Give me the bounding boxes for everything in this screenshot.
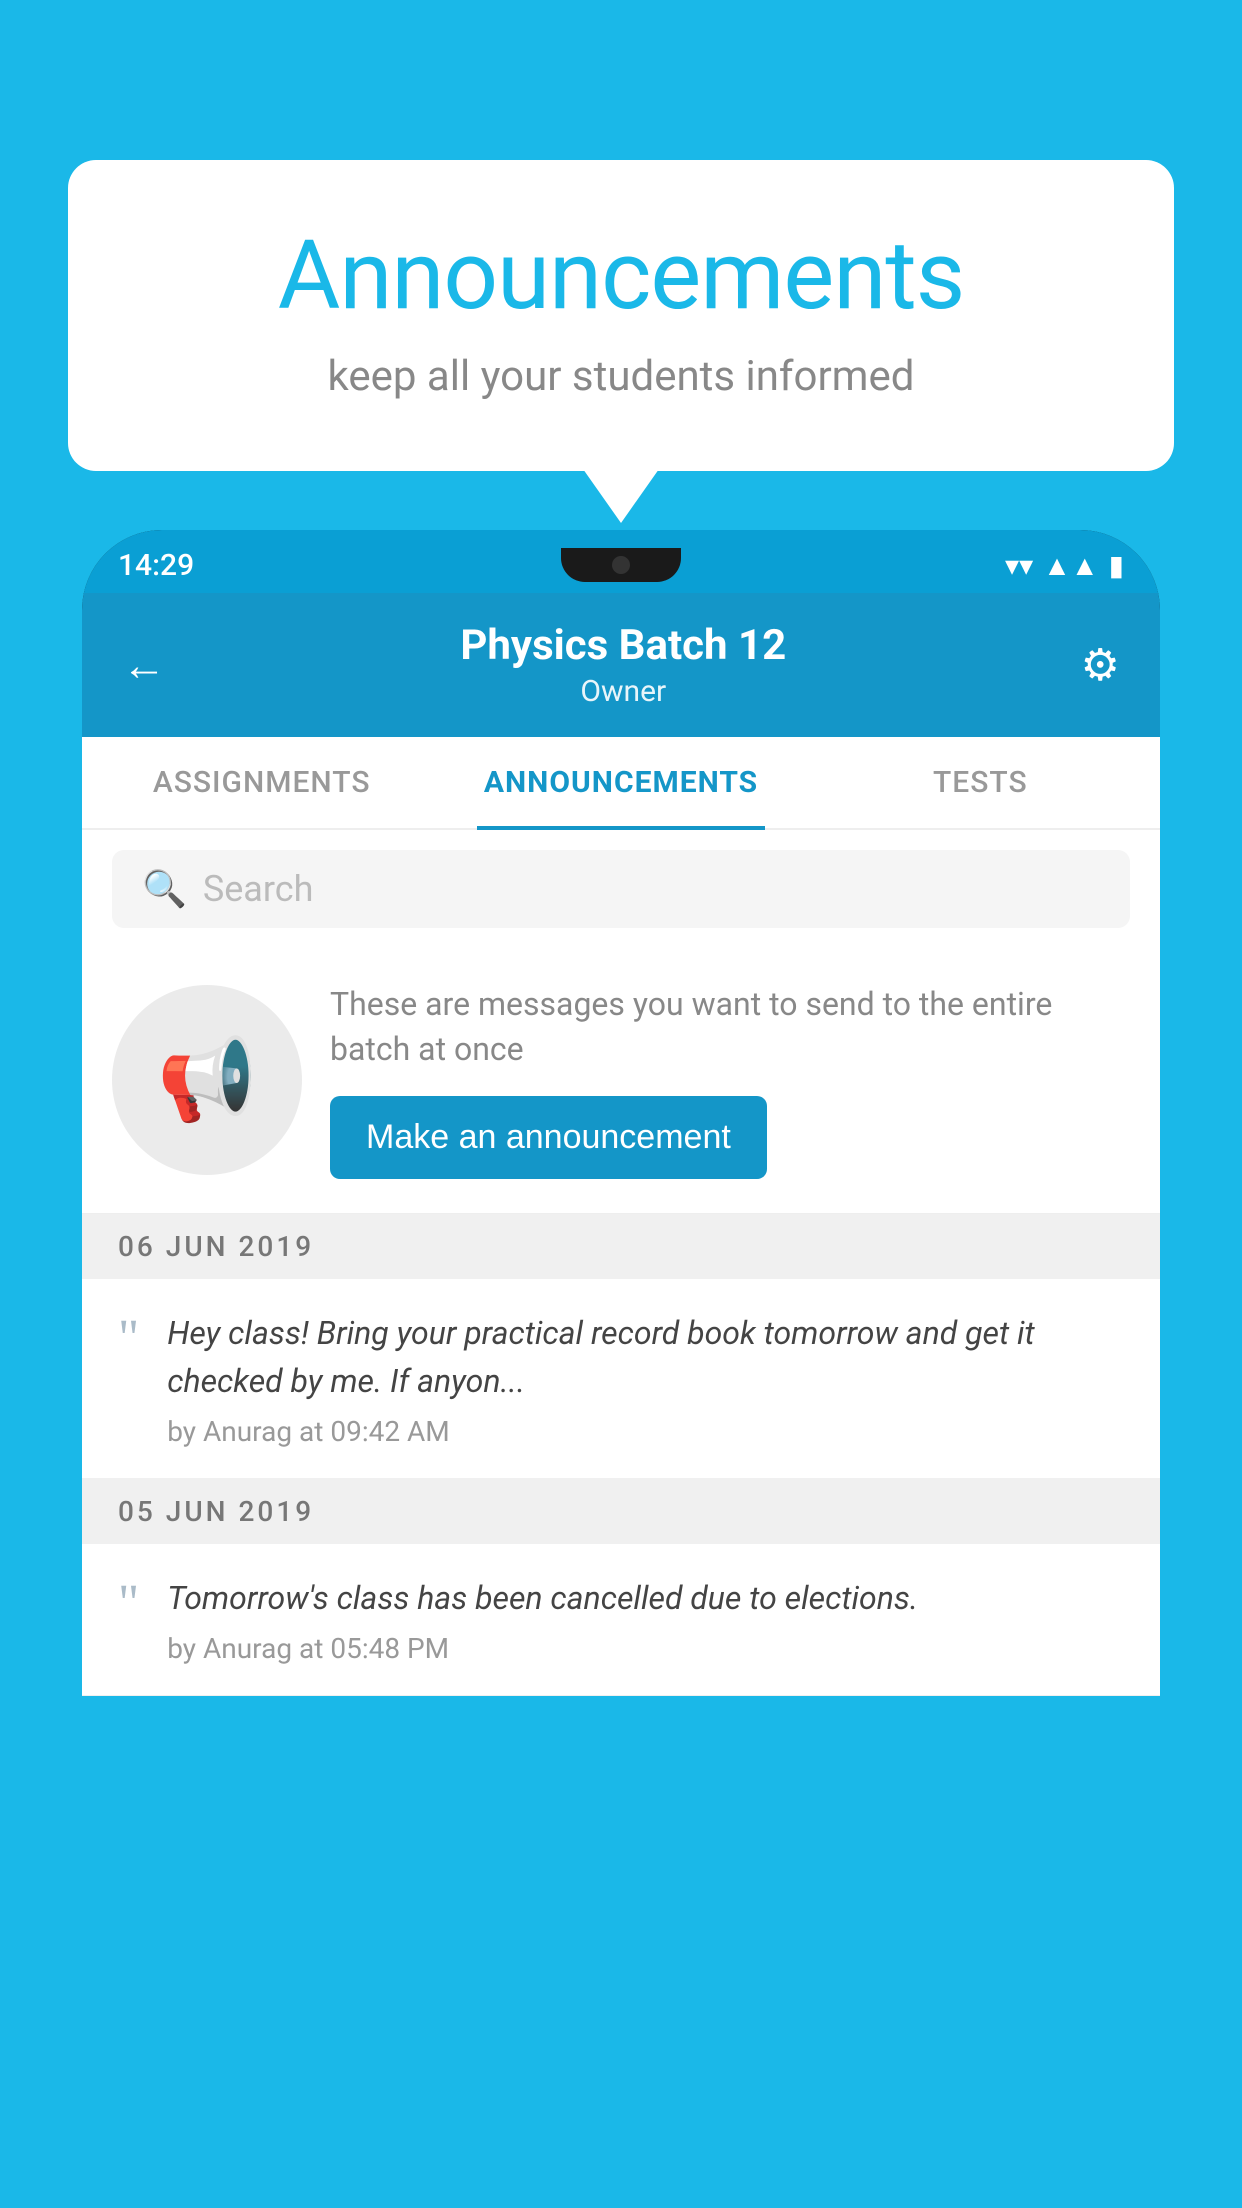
quote-icon-1: " [118, 1313, 139, 1365]
signal-icon: ▲▲ [1043, 549, 1098, 582]
announcement-meta-1: by Anurag at 09:42 AM [167, 1415, 1124, 1448]
tab-tests[interactable]: TESTS [801, 737, 1160, 828]
batch-title: Physics Batch 12 [460, 621, 786, 670]
announcement-content-2: Tomorrow's class has been cancelled due … [167, 1574, 1124, 1665]
date-label-1: 06 JUN 2019 [118, 1230, 314, 1263]
bubble-subtitle: keep all your students informed [148, 352, 1094, 401]
promo-icon-circle: 📢 [112, 985, 302, 1175]
announcement-meta-2: by Anurag at 05:48 PM [167, 1632, 1124, 1665]
announcement-item-2[interactable]: " Tomorrow's class has been cancelled du… [82, 1544, 1160, 1696]
promo-description: These are messages you want to send to t… [330, 982, 1130, 1072]
gear-icon[interactable]: ⚙ [1081, 639, 1120, 691]
search-container: 🔍 Search [82, 830, 1160, 948]
back-button[interactable]: ← [122, 639, 166, 691]
announcement-text-1: Hey class! Bring your practical record b… [167, 1309, 1124, 1405]
megaphone-icon: 📢 [157, 1033, 257, 1127]
batch-subtitle: Owner [460, 674, 786, 709]
promo-right: These are messages you want to send to t… [330, 982, 1130, 1179]
phone-inner: 14:29 ▾▾ ▲▲ ▮ ← Physics Batch 12 Owner ⚙… [82, 530, 1160, 1696]
announcement-text-2: Tomorrow's class has been cancelled due … [167, 1574, 1124, 1622]
bubble-title: Announcements [148, 220, 1094, 332]
speech-bubble-section: Announcements keep all your students inf… [68, 160, 1174, 471]
phone-notch [561, 548, 681, 582]
search-icon: 🔍 [142, 868, 187, 910]
date-divider-1: 06 JUN 2019 [82, 1214, 1160, 1279]
tab-assignments[interactable]: ASSIGNMENTS [82, 737, 441, 828]
quote-icon-2: " [118, 1578, 139, 1630]
battery-icon: ▮ [1109, 549, 1124, 582]
camera-dot [612, 556, 630, 574]
announcement-content-1: Hey class! Bring your practical record b… [167, 1309, 1124, 1448]
make-announcement-button[interactable]: Make an announcement [330, 1096, 767, 1179]
search-bar[interactable]: 🔍 Search [112, 850, 1130, 928]
tabs-bar: ASSIGNMENTS ANNOUNCEMENTS TESTS [82, 737, 1160, 830]
phone-device: 14:29 ▾▾ ▲▲ ▮ ← Physics Batch 12 Owner ⚙… [82, 530, 1160, 2208]
wifi-icon: ▾▾ [1005, 549, 1033, 582]
announcement-item-1[interactable]: " Hey class! Bring your practical record… [82, 1279, 1160, 1479]
status-icons: ▾▾ ▲▲ ▮ [1005, 549, 1124, 582]
app-header: ← Physics Batch 12 Owner ⚙ [82, 593, 1160, 737]
phone-content: 🔍 Search 📢 These are messages you want t… [82, 830, 1160, 1696]
search-placeholder: Search [203, 868, 314, 910]
status-time: 14:29 [118, 548, 194, 583]
date-label-2: 05 JUN 2019 [118, 1495, 314, 1528]
speech-bubble: Announcements keep all your students inf… [68, 160, 1174, 471]
promo-section: 📢 These are messages you want to send to… [82, 948, 1160, 1214]
header-title-section: Physics Batch 12 Owner [460, 621, 786, 709]
tab-announcements[interactable]: ANNOUNCEMENTS [441, 737, 800, 828]
date-divider-2: 05 JUN 2019 [82, 1479, 1160, 1544]
